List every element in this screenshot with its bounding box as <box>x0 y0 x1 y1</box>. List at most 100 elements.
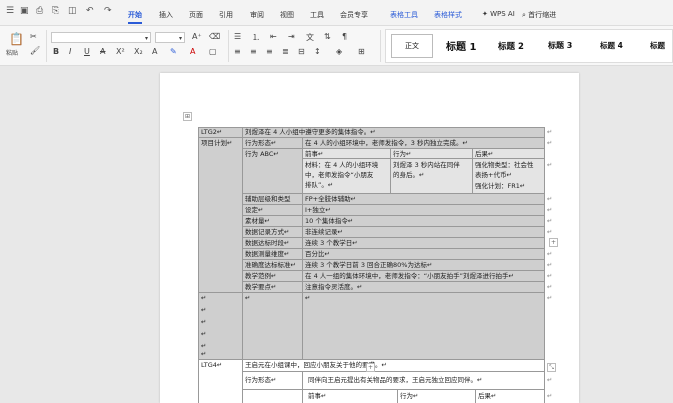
clear-format-icon[interactable]: ⌫ <box>209 32 220 41</box>
row-end-mark: ↵ <box>547 376 553 384</box>
paste-icon[interactable]: 📋 <box>9 32 24 46</box>
table-border <box>242 204 544 205</box>
shading-icon[interactable]: ◈ <box>336 47 342 56</box>
behavior-form-label: 行为形态↵ <box>245 139 277 147</box>
bold-icon[interactable]: B <box>53 47 59 56</box>
print-icon[interactable]: ⎘ <box>52 6 59 16</box>
tab-reference[interactable]: 引用 <box>219 10 233 20</box>
table-border <box>475 389 476 403</box>
tab-insert[interactable]: 插入 <box>159 10 173 20</box>
row-value: 10 个集体指令↵ <box>305 217 354 225</box>
outdent-icon[interactable]: ⇤ <box>270 32 277 41</box>
align-left-icon[interactable]: ≡ <box>234 47 241 56</box>
style-heading-3[interactable]: 标题 3 <box>548 40 572 51</box>
table-move-handle[interactable]: ⊞ <box>183 112 192 121</box>
tab-review[interactable]: 审阅 <box>250 10 264 20</box>
font-family-select[interactable]: ▾ <box>51 32 151 43</box>
table-border <box>198 137 544 138</box>
superscript-icon[interactable]: X² <box>116 47 125 56</box>
text-effect-icon[interactable]: A <box>152 47 157 56</box>
style-heading-1[interactable]: 标题 1 <box>446 38 476 53</box>
bullets-icon[interactable]: ☰ <box>234 32 241 41</box>
ltg4-form-label: 行为形态↵ <box>245 376 277 384</box>
tab-member[interactable]: 会员专享 <box>340 10 368 20</box>
align-right-icon[interactable]: ≡ <box>266 47 273 56</box>
antecedent-header: 前事↵ <box>305 150 324 158</box>
row-key: 准确度达标标准↵ <box>245 261 296 269</box>
chevron-down-icon: ▾ <box>178 35 182 42</box>
style-heading[interactable]: 标题 <box>650 40 665 51</box>
row-end-mark: ↵ <box>547 228 553 236</box>
table-border <box>242 237 544 238</box>
resize-table-icon[interactable]: ⤡ <box>547 363 556 372</box>
tab-table-style[interactable]: 表格样式 <box>434 10 462 20</box>
table-border <box>302 371 303 403</box>
style-heading-4[interactable]: 标题 4 <box>600 40 623 51</box>
preview-icon[interactable]: ◫ <box>68 6 77 16</box>
table-border <box>242 270 544 271</box>
distribute-icon[interactable]: ⊟ <box>298 47 305 56</box>
empty-paragraph: ↵ <box>201 306 207 314</box>
ltg4-label: LTG4↵ <box>201 361 223 369</box>
wps-ai-button[interactable]: ✦ WPS AI <box>482 10 515 18</box>
row-value: 百分比↵ <box>305 250 330 258</box>
font-color-icon[interactable]: A <box>190 47 195 56</box>
borders-icon[interactable]: ⊞ <box>358 47 365 56</box>
font-size-select[interactable]: ▾ <box>155 32 185 43</box>
tab-tools[interactable]: 工具 <box>310 10 324 20</box>
tab-table-tools[interactable]: 表格工具 <box>390 10 418 20</box>
italic-icon[interactable]: I <box>69 47 71 56</box>
show-marks-icon[interactable]: ¶ <box>342 32 347 41</box>
justify-icon[interactable]: ≣ <box>282 47 289 56</box>
align-center-icon[interactable]: ≡ <box>250 47 257 56</box>
grow-font-icon[interactable]: A⁺ <box>192 32 202 41</box>
consequence-text: 强化计划：FR1↵ <box>475 182 526 190</box>
chevron-down-icon: ▾ <box>144 35 148 42</box>
subscript-icon[interactable]: X₂ <box>134 47 143 56</box>
ai-icon: ✦ <box>482 10 488 18</box>
row-key: 教学范例↵ <box>245 272 277 280</box>
consequence-text: 表扬+代币↵ <box>475 171 512 179</box>
row-end-mark: ↵ <box>547 261 553 269</box>
highlight-icon[interactable]: ✎ <box>170 47 177 56</box>
tab-home[interactable]: 开始 <box>128 10 142 24</box>
numbering-icon[interactable]: ⒈ <box>252 32 260 43</box>
behavior-header: 行为↵ <box>393 150 412 158</box>
table-border <box>472 148 473 193</box>
add-column-icon[interactable]: + <box>549 238 558 247</box>
row-value: 注意指令灵活度。↵ <box>305 283 363 291</box>
export-icon[interactable]: ⎙ <box>36 6 43 16</box>
search-box[interactable]: ⌕ 首行缩进 <box>522 10 556 20</box>
ltg4-form-value: 同伴向王启元提出有关物品的要求，王启元独立回应同伴。↵ <box>308 376 483 384</box>
line-spacing-icon[interactable]: ↕ <box>314 47 321 56</box>
tab-page[interactable]: 页面 <box>189 10 203 20</box>
behavior-text: 的身后。↵ <box>393 171 425 179</box>
strikethrough-icon[interactable]: A <box>100 47 105 56</box>
char-border-icon[interactable]: ▢ <box>209 47 217 56</box>
paste-label[interactable]: 粘贴 <box>6 48 18 57</box>
chinese-layout-icon[interactable]: 文 <box>306 32 314 43</box>
save-icon[interactable]: ▣ <box>20 6 29 16</box>
table-border <box>397 389 398 403</box>
table-border <box>242 193 544 194</box>
format-painter-icon[interactable]: 🖌 <box>30 46 40 55</box>
cut-icon[interactable]: ✂ <box>30 32 37 41</box>
style-heading-2[interactable]: 标题 2 <box>498 40 524 52</box>
document-page[interactable]: ⊞ LTG2↵ 刘煜泽在 4 人小组中遵守更多的集体指令。↵ 项目计划↵ 行为形… <box>160 73 579 403</box>
search-icon: ⌕ <box>522 11 526 19</box>
menu-icon[interactable]: ☰ <box>6 6 14 16</box>
indent-icon[interactable]: ⇥ <box>288 32 295 41</box>
row-key: 数据测量维度↵ <box>245 250 290 258</box>
redo-icon[interactable]: ↷ <box>104 6 112 16</box>
table-border <box>242 148 544 149</box>
tab-view[interactable]: 视图 <box>280 10 294 20</box>
row-end-mark: ↵ <box>547 128 553 136</box>
add-row-icon[interactable]: + <box>366 363 375 372</box>
style-normal[interactable]: 正文 <box>391 34 433 58</box>
undo-icon[interactable]: ↶ <box>86 6 94 16</box>
consequence-header: 后果↵ <box>475 150 494 158</box>
sort-icon[interactable]: ⇅ <box>324 32 331 41</box>
underline-icon[interactable]: U <box>84 47 90 56</box>
divider <box>228 30 229 62</box>
behavior-text: 刘煜泽 3 秒内站在同伴 <box>393 161 460 169</box>
